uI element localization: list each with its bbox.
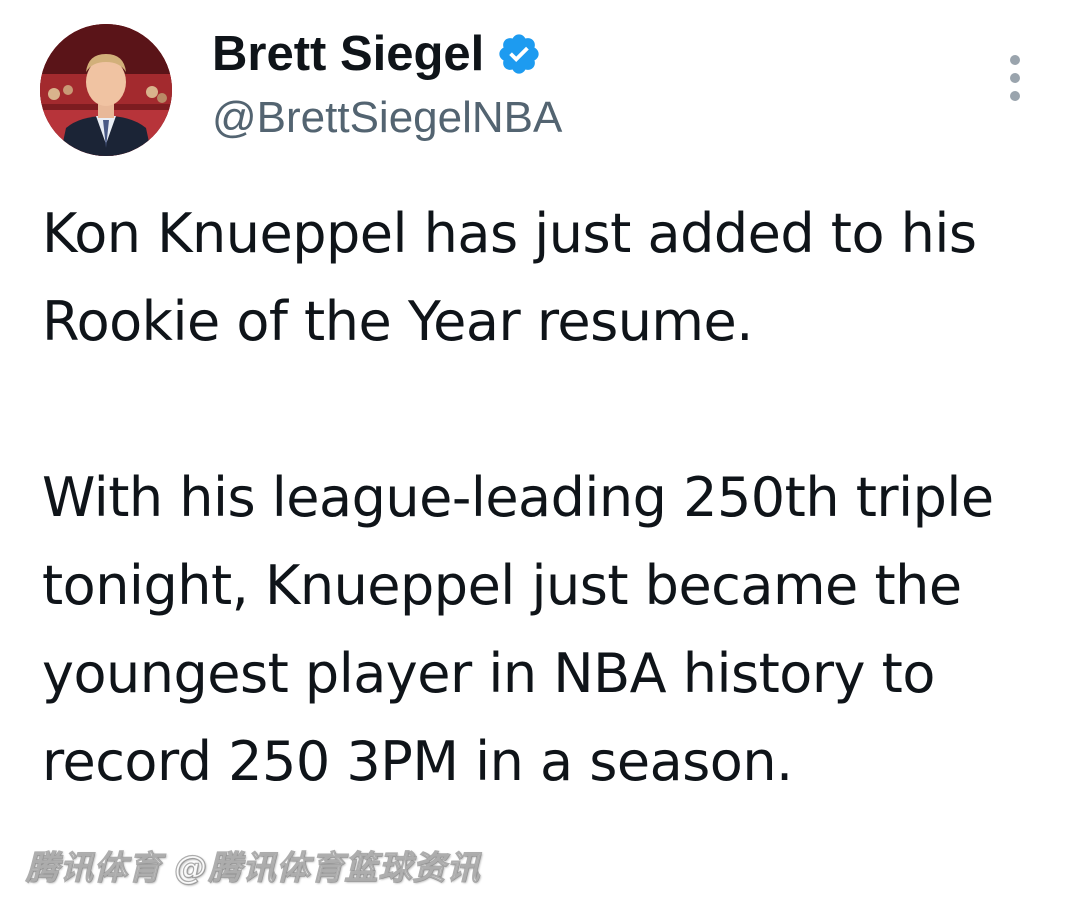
watermark: 腾讯体育 @腾讯体育篮球资讯	[25, 847, 481, 887]
author-display-name[interactable]: Brett Siegel	[212, 24, 484, 84]
tweet-paragraph-1: Kon Knueppel has just added to his Rooki…	[42, 202, 977, 353]
more-vertical-icon-dot	[1010, 55, 1020, 65]
avatar-image	[40, 24, 172, 156]
author-handle[interactable]: @BrettSiegelNBA	[212, 90, 562, 146]
author-name-row[interactable]: Brett Siegel	[212, 24, 542, 84]
more-options-button[interactable]	[998, 52, 1032, 104]
avatar[interactable]	[40, 24, 172, 156]
more-vertical-icon-dot	[1010, 91, 1020, 101]
tweet-paragraph-2: With his league-leading 250th triple ton…	[42, 466, 994, 793]
more-vertical-icon-dot	[1010, 73, 1020, 83]
tweet-card: Brett Siegel @BrettSiegelNBA Kon Knueppe…	[0, 0, 1080, 904]
verified-badge-icon	[496, 31, 542, 77]
tweet-text: Kon Knueppel has just added to his Rooki…	[42, 190, 1052, 806]
